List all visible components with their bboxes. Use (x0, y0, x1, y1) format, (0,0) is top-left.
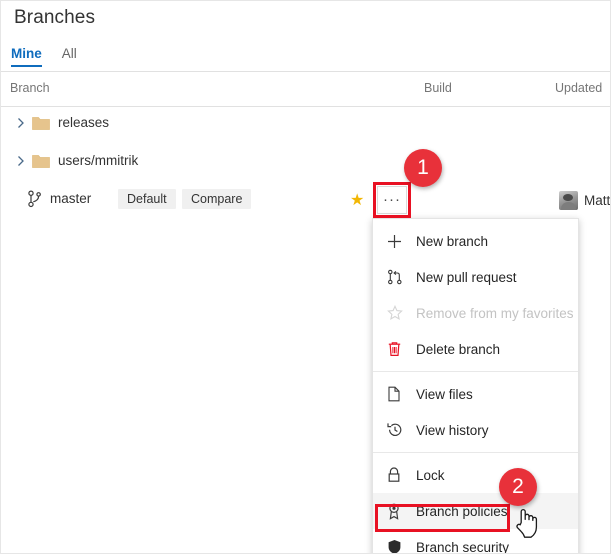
chevron-right-icon[interactable] (15, 116, 27, 130)
pull-request-icon (387, 269, 409, 285)
menu-item-label: Delete branch (416, 341, 501, 357)
menu-item-branch-security[interactable]: Branch security (373, 529, 578, 554)
context-menu: New branch New pull request Remove from … (372, 218, 579, 554)
column-header-updated: Updated (555, 81, 603, 95)
folder-icon (32, 154, 50, 169)
badge-default: Default (118, 189, 176, 209)
tab-mine[interactable]: Mine (11, 46, 42, 67)
menu-item-branch-policies[interactable]: Branch policies (373, 493, 578, 529)
git-branch-icon (27, 190, 43, 208)
compare-button[interactable]: Compare (182, 189, 252, 209)
file-icon (387, 386, 409, 402)
table-row[interactable]: releases (1, 106, 610, 143)
page-title: Branches (14, 7, 96, 28)
menu-item-lock[interactable]: Lock (373, 457, 578, 493)
lock-icon (387, 467, 409, 483)
branch-name: releases (58, 115, 110, 130)
menu-item-label: Lock (416, 467, 445, 483)
menu-item-label: Remove from my favorites (416, 305, 574, 321)
menu-item-delete-branch[interactable]: Delete branch (373, 331, 578, 367)
pivot-tabs: Mine All (11, 46, 77, 67)
policy-icon (387, 503, 409, 520)
menu-item-new-branch[interactable]: New branch (373, 223, 578, 259)
avatar (559, 191, 578, 210)
table-row[interactable]: master Default Compare ★ Matt (1, 182, 610, 219)
author-name: Matt (584, 193, 611, 208)
callout-badge-2: 2 (499, 468, 537, 506)
branch-name: master (50, 191, 92, 206)
menu-item-label: Branch policies (416, 503, 508, 519)
menu-item-label: View history (416, 422, 489, 438)
menu-item-new-pull-request[interactable]: New pull request (373, 259, 578, 295)
menu-item-remove-from-my-favorites: Remove from my favorites (373, 295, 578, 331)
table-row[interactable]: users/mmitrik (1, 144, 610, 181)
menu-item-view-files[interactable]: View files (373, 376, 578, 412)
menu-item-view-history[interactable]: View history (373, 412, 578, 448)
author: Matt (559, 191, 610, 210)
trash-icon (387, 341, 409, 357)
shield-icon (387, 539, 409, 553)
plus-icon (387, 234, 409, 249)
column-header-row: Branch Build Updated (1, 72, 610, 107)
menu-divider (373, 452, 578, 453)
tab-all[interactable]: All (62, 46, 77, 67)
callout-badge-1: 1 (404, 149, 442, 187)
branches-page: Branches Mine All Branch Build Updated r… (0, 0, 611, 554)
column-header-build: Build (424, 81, 452, 95)
menu-divider (373, 371, 578, 372)
menu-item-label: View files (416, 386, 473, 402)
menu-item-label: New branch (416, 233, 489, 249)
column-header-branch: Branch (10, 81, 50, 95)
favorite-star-icon[interactable]: ★ (350, 193, 364, 209)
menu-item-label: Branch security (416, 539, 510, 554)
branch-name: users/mmitrik (58, 153, 139, 168)
more-actions-button[interactable]: ··· (377, 186, 407, 214)
menu-item-label: New pull request (416, 269, 517, 285)
chevron-right-icon[interactable] (15, 154, 27, 168)
folder-icon (32, 116, 50, 131)
star-outline-icon (387, 305, 409, 321)
ellipsis-icon: ··· (383, 191, 401, 208)
history-icon (387, 422, 409, 438)
